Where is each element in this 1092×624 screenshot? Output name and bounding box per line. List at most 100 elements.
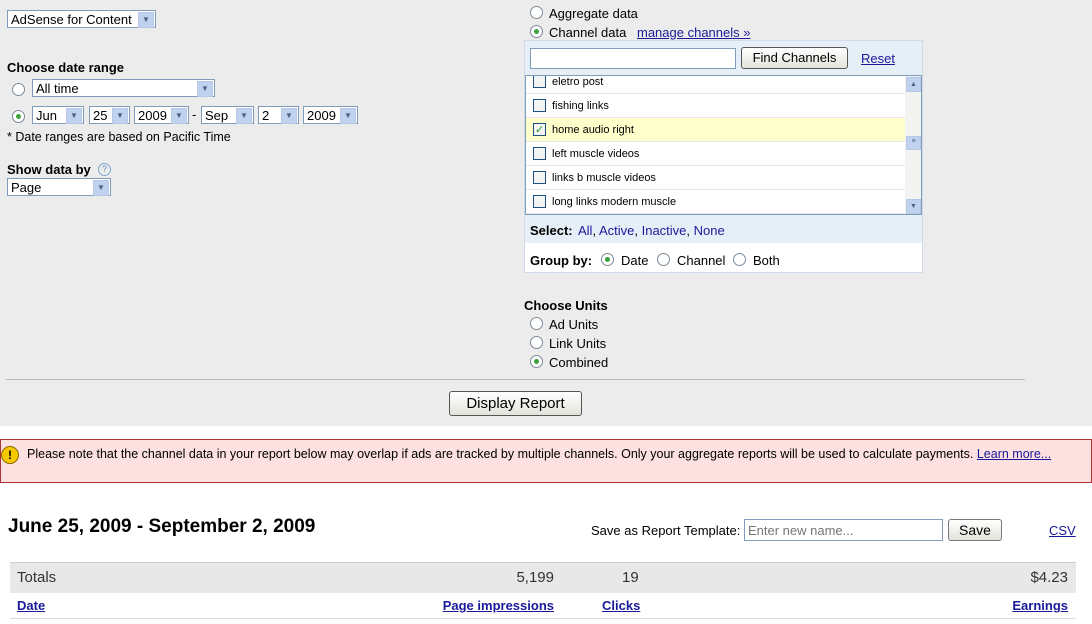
template-name-input[interactable] [744, 519, 943, 541]
to-year-select[interactable]: 2009 ▼ [303, 106, 358, 124]
channel-label: eletro post [552, 76, 604, 88]
date-range-heading: Choose date range [7, 60, 125, 75]
channel-item[interactable]: home audio right [526, 118, 906, 142]
checkbox[interactable] [533, 99, 546, 112]
ad-units-label: Ad Units [549, 317, 599, 332]
divider [6, 379, 1025, 380]
channel-item[interactable]: eletro post [526, 76, 906, 94]
aggregate-data-radio[interactable] [530, 6, 543, 19]
group-channel-label: Channel [677, 253, 726, 268]
channel-label: fishing links [552, 100, 609, 112]
select-active-link[interactable]: Active [599, 223, 634, 238]
warning-icon: ! [1, 446, 19, 464]
timezone-note: * Date ranges are based on Pacific Time [7, 130, 231, 144]
channel-label: long links modern muscle [552, 196, 677, 208]
chevron-down-icon: ▼ [281, 108, 297, 124]
totals-row: Totals 5,199 19 $4.23 [10, 562, 1076, 593]
preset-value: All time [36, 81, 79, 96]
group-date-radio[interactable] [601, 253, 614, 266]
help-icon[interactable]: ? [98, 163, 111, 176]
channel-list: eletro post fishing links home audio rig… [525, 75, 922, 215]
scroll-up-icon[interactable]: ▲ [906, 77, 921, 92]
chevron-down-icon: ▼ [66, 108, 82, 124]
to-month-value: Sep [205, 108, 229, 123]
from-day-select[interactable]: 25 ▼ [89, 106, 130, 124]
display-report-button[interactable]: Display Report [449, 391, 582, 416]
totals-earnings: $4.23 [1030, 569, 1068, 586]
scrollbar[interactable]: ▲ ≡ ▼ [905, 76, 921, 214]
chevron-down-icon: ▼ [138, 12, 154, 28]
to-day-value: 2 [262, 108, 270, 123]
csv-link[interactable]: CSV [1049, 523, 1076, 538]
from-month-select[interactable]: Jun ▼ [32, 106, 84, 124]
checkbox[interactable] [533, 195, 546, 208]
custom-date-radio[interactable] [12, 110, 25, 123]
channel-item[interactable]: fishing links [526, 94, 906, 118]
show-data-by-value: Page [11, 180, 42, 195]
chevron-down-icon: ▼ [197, 81, 213, 97]
warning-banner: ! Please note that the channel data in y… [0, 439, 1092, 483]
combined-radio[interactable] [530, 355, 543, 368]
select-label: Select: [530, 223, 573, 238]
clicks-column-header[interactable]: Clicks [602, 598, 640, 613]
date-column-header[interactable]: Date [17, 598, 45, 613]
group-channel-radio[interactable] [657, 253, 670, 266]
manage-channels-link[interactable]: manage channels » [637, 25, 750, 40]
group-both-label: Both [753, 253, 780, 268]
link-units-radio[interactable] [530, 336, 543, 349]
select-links: All, Active, Inactive, None [578, 223, 725, 238]
preset-date-radio[interactable] [12, 83, 25, 96]
channel-item[interactable]: long links modern muscle [526, 190, 906, 214]
group-date-label: Date [621, 253, 649, 268]
channel-item[interactable]: links b muscle videos [526, 166, 906, 190]
from-year-select[interactable]: 2009 ▼ [134, 106, 189, 124]
find-channels-button[interactable]: Find Channels [741, 47, 848, 69]
totals-label: Totals [17, 569, 57, 586]
channel-data-label: Channel data [549, 25, 627, 40]
group-both-radio[interactable] [733, 253, 746, 266]
learn-more-link[interactable]: Learn more... [977, 447, 1051, 461]
save-template-button[interactable]: Save [948, 519, 1002, 541]
table-header: Date Page impressions Clicks Earnings [10, 592, 1076, 619]
product-select-value: AdSense for Content [11, 12, 132, 27]
channel-label: links b muscle videos [552, 172, 656, 184]
select-none-link[interactable]: None [694, 223, 725, 238]
template-label: Save as Report Template: [591, 523, 741, 538]
link-units-label: Link Units [549, 336, 607, 351]
date-separator: - [192, 107, 197, 122]
report-title: June 25, 2009 - September 2, 2009 [8, 516, 316, 537]
preset-date-select[interactable]: All time ▼ [32, 79, 215, 97]
to-month-select[interactable]: Sep ▼ [201, 106, 254, 124]
show-data-by-select[interactable]: Page ▼ [7, 178, 111, 196]
ad-units-radio[interactable] [530, 317, 543, 330]
channel-search-input[interactable] [530, 48, 736, 69]
chevron-down-icon: ▼ [171, 108, 187, 124]
scroll-down-icon[interactable]: ▼ [906, 199, 921, 214]
checkbox[interactable] [533, 171, 546, 184]
warning-text: Please note that the channel data in you… [27, 446, 1067, 462]
totals-impressions: 5,199 [516, 569, 554, 586]
channel-item[interactable]: left muscle videos [526, 142, 906, 166]
impressions-column-header[interactable]: Page impressions [443, 598, 554, 613]
chevron-down-icon: ▼ [112, 108, 128, 124]
from-day-value: 25 [93, 108, 108, 123]
to-day-select[interactable]: 2 ▼ [258, 106, 299, 124]
select-all-link[interactable]: All [578, 223, 592, 238]
reset-link[interactable]: Reset [861, 51, 895, 66]
scroll-thumb[interactable]: ≡ [906, 136, 921, 150]
show-data-by-heading: Show data by [7, 162, 91, 177]
earnings-column-header[interactable]: Earnings [1012, 598, 1068, 613]
warning-message: Please note that the channel data in you… [27, 447, 977, 461]
checkbox[interactable] [533, 118, 546, 142]
group-by-label: Group by: [530, 253, 593, 268]
channel-data-radio[interactable] [530, 25, 543, 38]
chevron-down-icon: ▼ [340, 108, 356, 124]
select-inactive-link[interactable]: Inactive [642, 223, 687, 238]
checkbox[interactable] [533, 147, 546, 160]
product-select[interactable]: AdSense for Content ▼ [7, 10, 156, 28]
from-month-value: Jun [36, 108, 57, 123]
chevron-down-icon: ▼ [236, 108, 252, 124]
to-year-value: 2009 [307, 108, 336, 123]
chevron-down-icon: ▼ [93, 180, 109, 196]
checkbox[interactable] [533, 76, 546, 88]
